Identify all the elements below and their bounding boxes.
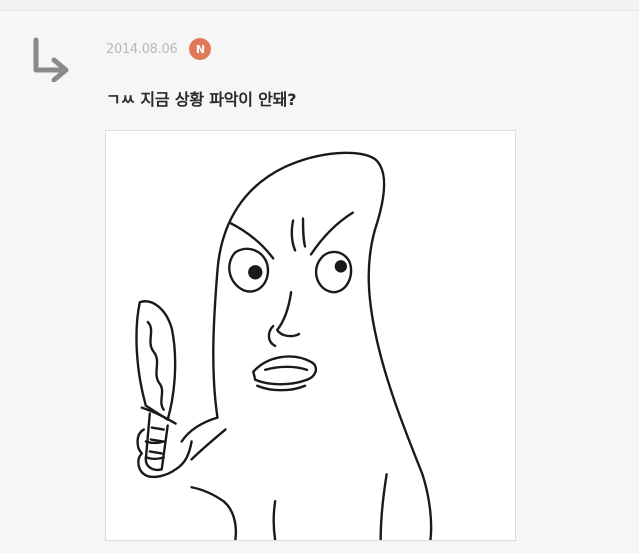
top-divider xyxy=(0,0,639,11)
new-badge: N xyxy=(189,38,212,60)
reply-arrow-icon xyxy=(26,36,76,83)
attached-image[interactable] xyxy=(105,130,516,541)
comment-timestamp: 2014.08.06 xyxy=(106,41,178,57)
comment-text: ㄱㅆ 지금 상황 파악이 안돼? xyxy=(106,90,297,109)
comment-meta: 2014.08.06 N xyxy=(106,37,212,61)
